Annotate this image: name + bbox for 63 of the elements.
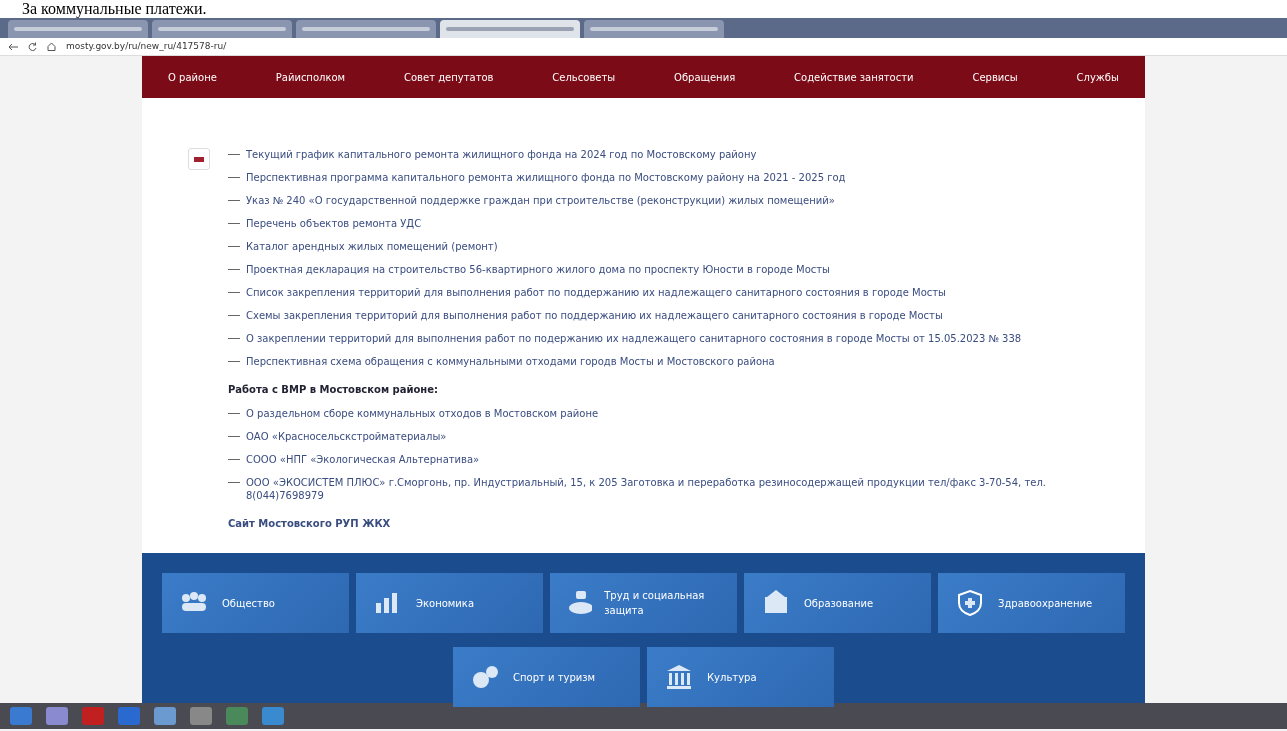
document-link[interactable]: Схемы закрепления территорий для выполнения работ по поддержанию их надлежащего санитарного состояния в городе Мосты [246,309,943,322]
category-tile[interactable]: Труд и социальная защита [550,573,737,633]
dash-mark [228,154,240,155]
dash-mark [228,269,240,270]
document-link[interactable]: Указ № 240 «О государственной поддержке граждан при строительстве (реконструкции) жилых помещений» [246,194,835,207]
dash-mark [228,315,240,316]
document-link[interactable]: Перспективная схема обращения с коммунальными отходами городв Мосты и Мостовского района [246,355,775,368]
dash-mark [228,338,240,339]
taskbar-app-icon[interactable] [226,707,248,725]
browser-tab[interactable] [296,20,436,38]
document-link[interactable]: ООО «ЭКОСИСТЕМ ПЛЮС» г.Сморгонь, пр. Индустриальный, 15, к 205 Заготовка и переработка резиносодержащей продукции тел/факс 3-70-54, тел. 8(044)7698979 [246,476,1099,502]
dash-mark [228,223,240,224]
section-heading: Работа с ВМР в Мостовском районе: [228,383,439,397]
browser-tab[interactable] [440,20,580,38]
document-link[interactable]: О закреплении территорий для выполнения работ по подержанию их надлежащего санитарного состояния в городе Мосты от 15.05.2023 № 338 [246,332,1022,345]
taskbar-app-icon[interactable] [190,707,212,725]
nav-link[interactable]: О районе [168,69,217,85]
nav-link[interactable]: Службы [1076,69,1119,85]
url-field[interactable]: mosty.gov.by/ru/new_ru/417578-ru/ [66,39,227,54]
document-link[interactable]: СООО «НПГ «Экологическая Альтернатива» [246,453,480,466]
document-link[interactable]: Текущий график капитального ремонта жилищного фонда на 2024 год по Мостовскому району [246,148,757,161]
dash-mark [228,177,240,178]
caption-text: За коммунальные платежи. [22,0,207,17]
nav-link[interactable]: Совет депутатов [404,69,494,85]
dash-mark [228,361,240,362]
taskbar-app-icon[interactable] [46,707,68,725]
document-link[interactable]: ОАО «Красносельскстройматериалы» [246,430,447,443]
browser-tab[interactable] [152,20,292,38]
nav-link[interactable]: Обращения [674,69,736,85]
taskbar-app-icon[interactable] [118,707,140,725]
category-tile[interactable]: Здравоохранение [938,573,1125,633]
category-tile[interactable]: Общество [162,573,349,633]
nav-link[interactable]: Сельсоветы [552,69,616,85]
document-link[interactable]: Проектная декларация на строительство 56-квартирного жилого дома по проспекту Юности в городе Мосты [246,263,830,276]
taskbar-app-icon[interactable] [82,707,104,725]
dash-mark [228,292,240,293]
back-icon[interactable] [8,42,18,51]
dash-mark [228,459,240,460]
document-link[interactable]: Перспективная программа капитального ремонта жилищного фонда по Мостовскому району на 2021 - 2025 год [246,171,846,184]
home-icon[interactable] [47,42,56,51]
taskbar-app-icon[interactable] [262,707,284,725]
dash-mark [228,413,240,414]
site-link[interactable]: Сайт Мостовского РУП ЖКХ [228,516,1099,531]
document-link[interactable]: Каталог арендных жилых помещений (ремонт) [246,240,498,253]
category-tile[interactable]: Экономика [356,573,543,633]
category-tile[interactable]: Спорт и туризм [453,647,640,707]
nav-link[interactable]: Сервисы [972,69,1018,85]
dash-mark [228,482,240,483]
dash-mark [228,200,240,201]
taskbar-app-icon[interactable] [154,707,176,725]
taskbar-app-icon[interactable] [10,707,32,725]
dash-mark [228,246,240,247]
category-tile[interactable]: Образование [744,573,931,633]
document-link[interactable]: Перечень объектов ремонта УДС [246,217,422,230]
document-icon [188,148,210,170]
nav-link[interactable]: Райисполком [275,69,346,85]
document-link[interactable]: О раздельном сборе коммунальных отходов в Мостовском районе [246,407,599,420]
dash-mark [228,436,240,437]
nav-link[interactable]: Содействие занятости [794,69,914,85]
category-tile[interactable]: Культура [647,647,834,707]
reload-icon[interactable] [28,42,37,51]
browser-tab[interactable] [584,20,724,38]
document-link[interactable]: Список закрепления территорий для выполнения работ по поддержанию их надлежащего санитарного состояния в городе Мосты [246,286,946,299]
